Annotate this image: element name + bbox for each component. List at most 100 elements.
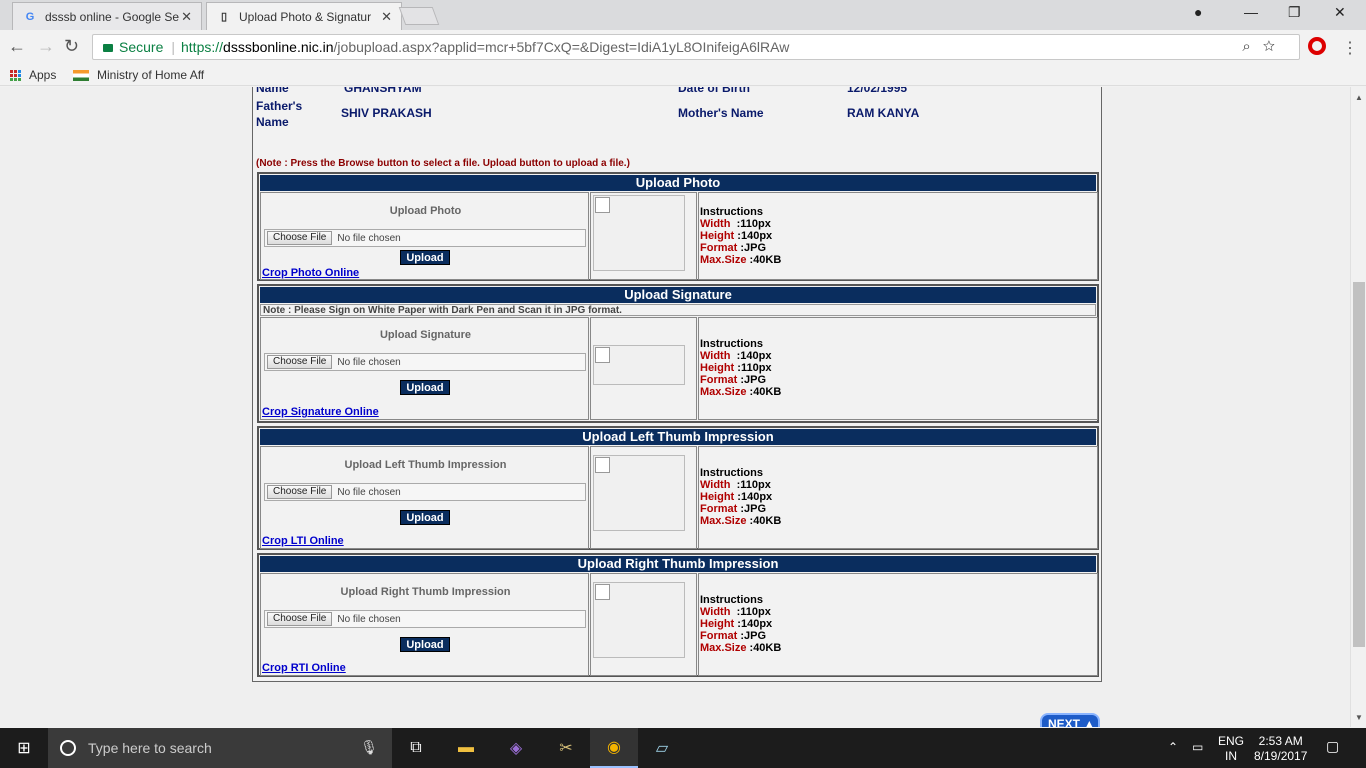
bookmark-label: Apps (29, 68, 57, 82)
divider: | (171, 39, 175, 55)
browse-note: (Note : Press the Browse button to selec… (256, 158, 630, 169)
height-value: :140px (737, 230, 773, 242)
scroll-thumb[interactable] (1353, 282, 1365, 647)
height-value: :140px (737, 618, 773, 630)
tab-upload-photo[interactable]: ▯ Upload Photo & Signatur ✕ (206, 2, 402, 30)
zoom-icon[interactable]: ⌕ (1242, 38, 1262, 55)
clock-time: 2:53 AM (1258, 734, 1303, 748)
chrome-icon[interactable]: ◉ (590, 728, 638, 768)
new-tab-button[interactable] (398, 7, 440, 25)
reload-icon[interactable]: ↻ (64, 36, 79, 57)
width-value: :110px (736, 606, 771, 618)
page-content: Name GHANSHYAM Date of Birth 12/02/1995 … (0, 87, 1350, 727)
maxsize-value: :40KB (749, 386, 782, 398)
microphone-icon[interactable]: 🎙 (360, 739, 378, 756)
upload-cell: Upload Signature Choose File No file chos… (260, 317, 589, 420)
tab-dsssb-google[interactable]: G dsssb online - Google Se ✕ (12, 2, 202, 30)
file-explorer-icon[interactable]: ▬ (442, 728, 490, 768)
height-key: Height (700, 491, 735, 503)
visual-studio-icon[interactable]: ◈ (492, 728, 540, 768)
section-row: Upload Left Thumb Impression Choose File… (260, 446, 1098, 549)
width-key: Width (700, 350, 731, 362)
maxsize-value: :40KB (749, 254, 782, 266)
width-value: :140px (736, 350, 772, 362)
width-key: Width (700, 479, 731, 491)
tools-app-icon[interactable]: ✂ (542, 728, 590, 768)
apps-grid-icon (10, 69, 21, 81)
search-placeholder: Type here to search (88, 740, 212, 756)
instructions-text: Instructions Width :110px Height :140px … (700, 594, 781, 654)
dob-value: 12/02/1995 (847, 87, 908, 95)
upload-rti-button[interactable]: Upload (400, 637, 450, 652)
upload-rti-section: Upload Right Thumb Impression Upload Rig… (257, 553, 1099, 677)
opera-extension-icon[interactable] (1308, 37, 1326, 55)
section-row: Upload Right Thumb Impression Choose Fil… (260, 573, 1098, 676)
photo-file-input[interactable]: Choose File No file chosen (264, 229, 586, 247)
father-value: SHIV PRAKASH (341, 106, 432, 120)
bookmark-ministry[interactable]: Ministry of Home Aff (73, 68, 204, 82)
upload-signature-button[interactable]: Upload (400, 380, 450, 395)
preview-cell (590, 446, 697, 549)
maxsize-value: :40KB (749, 515, 782, 527)
signature-file-input[interactable]: Choose File No file chosen (264, 353, 586, 371)
address-bar[interactable]: Secure | https:// dsssbonline.nic.in /jo… (92, 34, 1300, 60)
next-button[interactable]: NEXT ▲ (1040, 713, 1100, 727)
taskbar-search[interactable]: Type here to search 🎙 (48, 728, 392, 768)
no-file-text: No file chosen (337, 486, 401, 498)
menu-icon[interactable]: ⋮ (1342, 38, 1358, 58)
clock[interactable]: 2:53 AM 8/19/2017 (1254, 734, 1307, 764)
section-row: Upload Photo Choose File No file chosen U… (260, 192, 1098, 280)
format-value: :JPG (740, 503, 767, 515)
restore-icon[interactable]: ❐ (1288, 4, 1301, 21)
format-value: :JPG (740, 374, 767, 386)
notepad-app-icon[interactable]: ▱ (638, 728, 686, 768)
close-tab-icon[interactable]: ✕ (381, 9, 392, 25)
height-key: Height (700, 230, 735, 242)
network-icon[interactable]: ▭ (1192, 740, 1203, 755)
windows-start-icon[interactable]: ⊞ (0, 728, 48, 768)
close-window-icon[interactable]: ✕ (1334, 4, 1346, 21)
task-view-icon[interactable]: ⧉ (392, 728, 440, 768)
back-icon[interactable]: ← (8, 36, 26, 57)
chevron-up-icon[interactable]: ⌃ (1168, 740, 1178, 755)
lti-file-input[interactable]: Choose File No file chosen (264, 483, 586, 501)
format-value: :JPG (740, 630, 767, 642)
choose-file-button[interactable]: Choose File (267, 612, 333, 626)
maxsize-key: Max.Size (700, 386, 747, 398)
section-header: Upload Photo (260, 175, 1096, 191)
choose-file-button[interactable]: Choose File (267, 231, 333, 245)
choose-file-button[interactable]: Choose File (267, 485, 333, 499)
crop-lti-link[interactable]: Crop LTI Online (262, 535, 344, 547)
crop-signature-link[interactable]: Crop Signature Online (262, 406, 379, 418)
bookmark-apps[interactable]: Apps (10, 68, 56, 82)
page-scrollbar[interactable]: ▲ ▼ (1350, 87, 1366, 727)
windows-taskbar: ⊞ Type here to search 🎙 ⧉ ▬ ◈ ✂ ◉ ▱ ⌃ ▭ … (0, 728, 1366, 768)
minimize-icon[interactable]: — (1244, 4, 1258, 20)
star-icon[interactable]: ☆ (1263, 38, 1287, 55)
url-scheme: https:// (181, 39, 224, 55)
crop-photo-link[interactable]: Crop Photo Online (262, 267, 359, 279)
signature-preview-image (593, 345, 685, 385)
section-header: Upload Left Thumb Impression (260, 429, 1096, 445)
forward-icon[interactable]: → (37, 36, 55, 57)
profile-icon[interactable]: ● (1194, 4, 1202, 20)
upload-lti-section: Upload Left Thumb Impression Upload Left… (257, 426, 1099, 550)
mother-value: RAM KANYA (847, 106, 920, 120)
width-key: Width (700, 606, 731, 618)
choose-file-button[interactable]: Choose File (267, 355, 333, 369)
rti-file-input[interactable]: Choose File No file chosen (264, 610, 586, 628)
lti-preview-image (593, 455, 685, 531)
scroll-up-icon[interactable]: ▲ (1355, 93, 1363, 102)
close-tab-icon[interactable]: ✕ (181, 9, 192, 25)
upload-lti-button[interactable]: Upload (400, 510, 450, 525)
height-value: :140px (737, 491, 773, 503)
upload-photo-button[interactable]: Upload (400, 250, 450, 265)
section-header: Upload Right Thumb Impression (260, 556, 1096, 572)
url-domain: dsssbonline.nic.in (223, 39, 334, 55)
format-value: :JPG (740, 242, 767, 254)
notification-icon[interactable]: ▢ (1326, 739, 1339, 754)
language-indicator[interactable]: ENG IN (1218, 734, 1244, 764)
crop-rti-link[interactable]: Crop RTI Online (262, 662, 346, 674)
scroll-down-icon[interactable]: ▼ (1355, 713, 1363, 722)
bookmarks-bar: Apps Ministry of Home Aff (0, 64, 1366, 86)
